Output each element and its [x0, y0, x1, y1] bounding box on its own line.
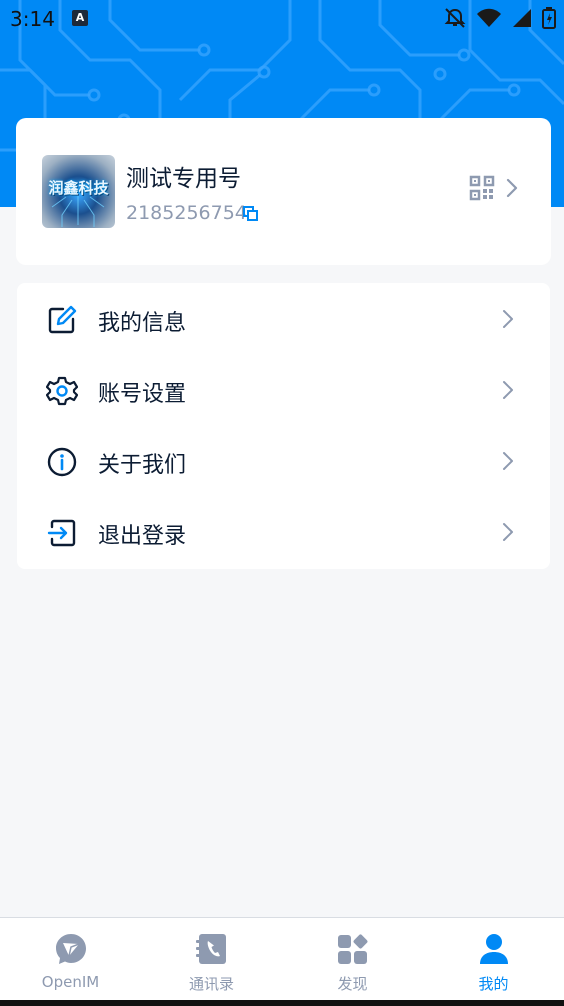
bell-off-icon	[444, 8, 466, 28]
chevron-right-icon	[503, 452, 513, 470]
chevron-right-icon	[503, 381, 513, 399]
gear-icon	[46, 376, 78, 406]
menu-card: 我的信息 账号设置 关于我们 退出登录	[17, 283, 550, 569]
profile-user-id: 2185256754	[126, 202, 247, 224]
contacts-book-icon	[196, 934, 226, 964]
avatar[interactable]: 润鑫科技	[42, 155, 115, 228]
chevron-right-icon	[503, 310, 513, 328]
tab-label: 通讯录	[188, 975, 234, 993]
battery-icon	[542, 7, 556, 29]
edit-icon	[48, 305, 77, 334]
tab-contacts[interactable]: 通讯录	[141, 918, 282, 1004]
status-bar: 3:14 A	[0, 0, 564, 38]
profile-card[interactable]: 润鑫科技 测试专用号 2185256754	[16, 118, 551, 265]
wifi-icon	[477, 8, 501, 27]
chevron-right-icon	[503, 523, 513, 541]
menu-item-label: 账号设置	[98, 382, 187, 407]
profile-name: 测试专用号	[126, 166, 241, 192]
menu-item-account-settings[interactable]: 账号设置	[17, 355, 550, 425]
menu-item-label: 我的信息	[98, 311, 187, 336]
bottom-tab-bar: OpenIM 通讯录 发现 我的	[0, 917, 564, 1006]
apps-grid-icon	[338, 934, 368, 964]
tab-discover[interactable]: 发现	[282, 918, 423, 1004]
system-nav-bar	[0, 1000, 564, 1006]
chevron-right-icon	[506, 178, 518, 198]
menu-item-label: 关于我们	[98, 453, 187, 478]
notification-badge: A	[72, 10, 88, 26]
status-time: 3:14	[10, 7, 55, 31]
status-icons	[444, 7, 556, 29]
tab-openim[interactable]: OpenIM	[0, 918, 141, 1004]
tab-mine[interactable]: 我的	[423, 918, 564, 1004]
menu-item-label: 退出登录	[98, 524, 187, 549]
chat-logo-icon	[56, 934, 86, 964]
info-icon	[47, 447, 77, 477]
person-icon	[480, 934, 508, 964]
avatar-logo-text: 润鑫科技	[48, 179, 109, 197]
signal-icon	[513, 9, 531, 27]
menu-item-about-us[interactable]: 关于我们	[17, 426, 550, 496]
tab-label: 我的	[478, 975, 509, 993]
logout-icon	[47, 519, 76, 547]
tab-label: 发现	[337, 975, 368, 993]
qr-code-icon[interactable]	[469, 175, 495, 201]
copy-icon[interactable]	[243, 206, 259, 222]
menu-item-logout[interactable]: 退出登录	[17, 497, 550, 567]
tab-label: OpenIM	[41, 973, 100, 991]
menu-item-my-info[interactable]: 我的信息	[17, 284, 550, 354]
